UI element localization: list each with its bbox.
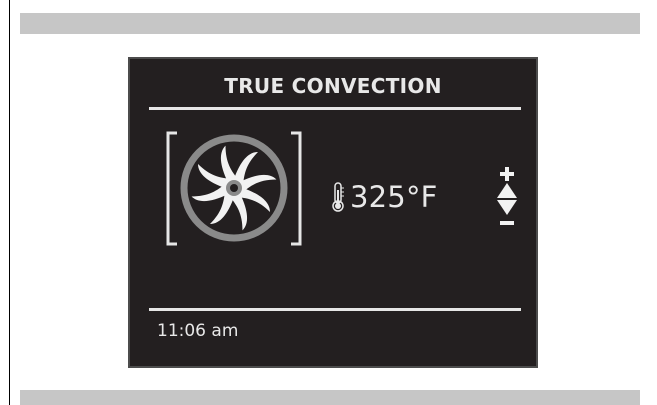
title-divider (149, 107, 521, 110)
arrow-up-icon[interactable] (496, 182, 518, 199)
minus-icon[interactable] (497, 217, 517, 229)
footer-divider (149, 308, 521, 311)
top-bar (20, 13, 640, 34)
clock-time: 11:06 am (157, 321, 239, 341)
left-divider-line (9, 0, 10, 405)
arrow-down-icon[interactable] (496, 199, 518, 216)
convection-mode-button[interactable] (163, 130, 305, 247)
fan-icon (166, 131, 302, 246)
bottom-bar (20, 390, 640, 405)
mode-title: TRUE CONVECTION (224, 74, 442, 98)
temperature-value: 325°F (350, 180, 438, 214)
temperature-adjuster (496, 165, 518, 229)
temperature-readout: 325°F (330, 177, 438, 217)
oven-display-panel: TRUE CONVECTION 325°F 11:06 am (128, 57, 538, 368)
thermometer-icon (332, 182, 344, 212)
